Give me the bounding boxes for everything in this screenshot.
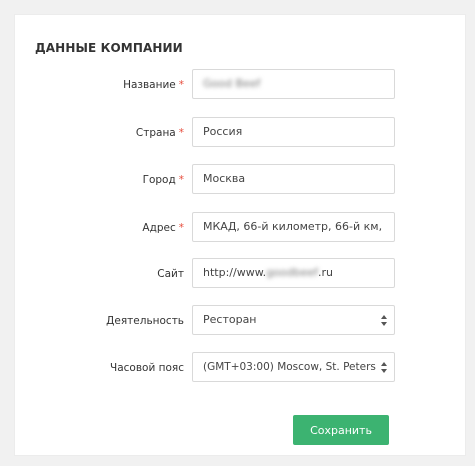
city-value: Москва	[203, 172, 246, 185]
name-label: Название *	[123, 69, 184, 101]
panel-title: ДАННЫЕ КОМПАНИИ	[35, 41, 183, 55]
save-button[interactable]: Сохранить	[293, 415, 389, 445]
form-row-city: Город * Москва	[15, 164, 467, 196]
website-label: Сайт	[157, 268, 184, 280]
required-marker: *	[178, 174, 184, 186]
country-value: Россия	[203, 125, 243, 138]
timezone-select[interactable]: (GMT+03:00) Moscow, St. Peters	[192, 352, 395, 382]
form-row-country: Страна * Россия	[15, 117, 467, 149]
city-input[interactable]: Москва	[192, 164, 395, 194]
required-marker: *	[178, 127, 184, 139]
select-arrows-icon	[381, 315, 387, 326]
select-arrows-icon	[381, 362, 387, 373]
activity-value: Ресторан	[203, 313, 257, 326]
required-marker: *	[178, 222, 184, 234]
activity-select[interactable]: Ресторан	[192, 305, 395, 335]
name-label-text: Название	[123, 79, 176, 91]
city-label-text: Город	[142, 174, 176, 186]
address-label-text: Адрес	[142, 222, 176, 234]
form-row-website: Сайт http://www.goodbeef.ru	[15, 258, 467, 290]
company-data-panel: ДАННЫЕ КОМПАНИИ Название * Good Beef Стра…	[14, 14, 466, 456]
country-label: Страна *	[136, 117, 184, 149]
form-row-timezone: Часовой пояс (GMT+03:00) Moscow, St. Pet…	[15, 352, 467, 384]
address-label: Адрес *	[142, 212, 184, 244]
website-value-prefix: http://www.	[203, 266, 267, 279]
activity-label: Деятельность	[106, 315, 184, 327]
country-input[interactable]: Россия	[192, 117, 395, 147]
city-label: Город *	[143, 164, 184, 196]
website-value-suffix: .ru	[318, 266, 334, 279]
timezone-value: (GMT+03:00) Moscow, St. Peters	[203, 361, 376, 373]
address-value: МКАД, 66-й километр, 66-й км,	[203, 220, 383, 233]
form-row-address: Адрес * МКАД, 66-й километр, 66-й км,	[15, 212, 467, 244]
required-marker: *	[178, 79, 184, 91]
form-row-name: Название * Good Beef	[15, 69, 467, 101]
timezone-label: Часовой пояс	[110, 362, 184, 374]
form-row-activity: Деятельность Ресторан	[15, 305, 467, 337]
website-value-domain: goodbeef	[266, 266, 319, 279]
company-name-input[interactable]: Good Beef	[192, 69, 395, 99]
address-input[interactable]: МКАД, 66-й километр, 66-й км,	[192, 212, 395, 242]
country-label-text: Страна	[135, 127, 176, 139]
company-name-value: Good Beef	[203, 77, 261, 90]
website-input[interactable]: http://www.goodbeef.ru	[192, 258, 395, 288]
